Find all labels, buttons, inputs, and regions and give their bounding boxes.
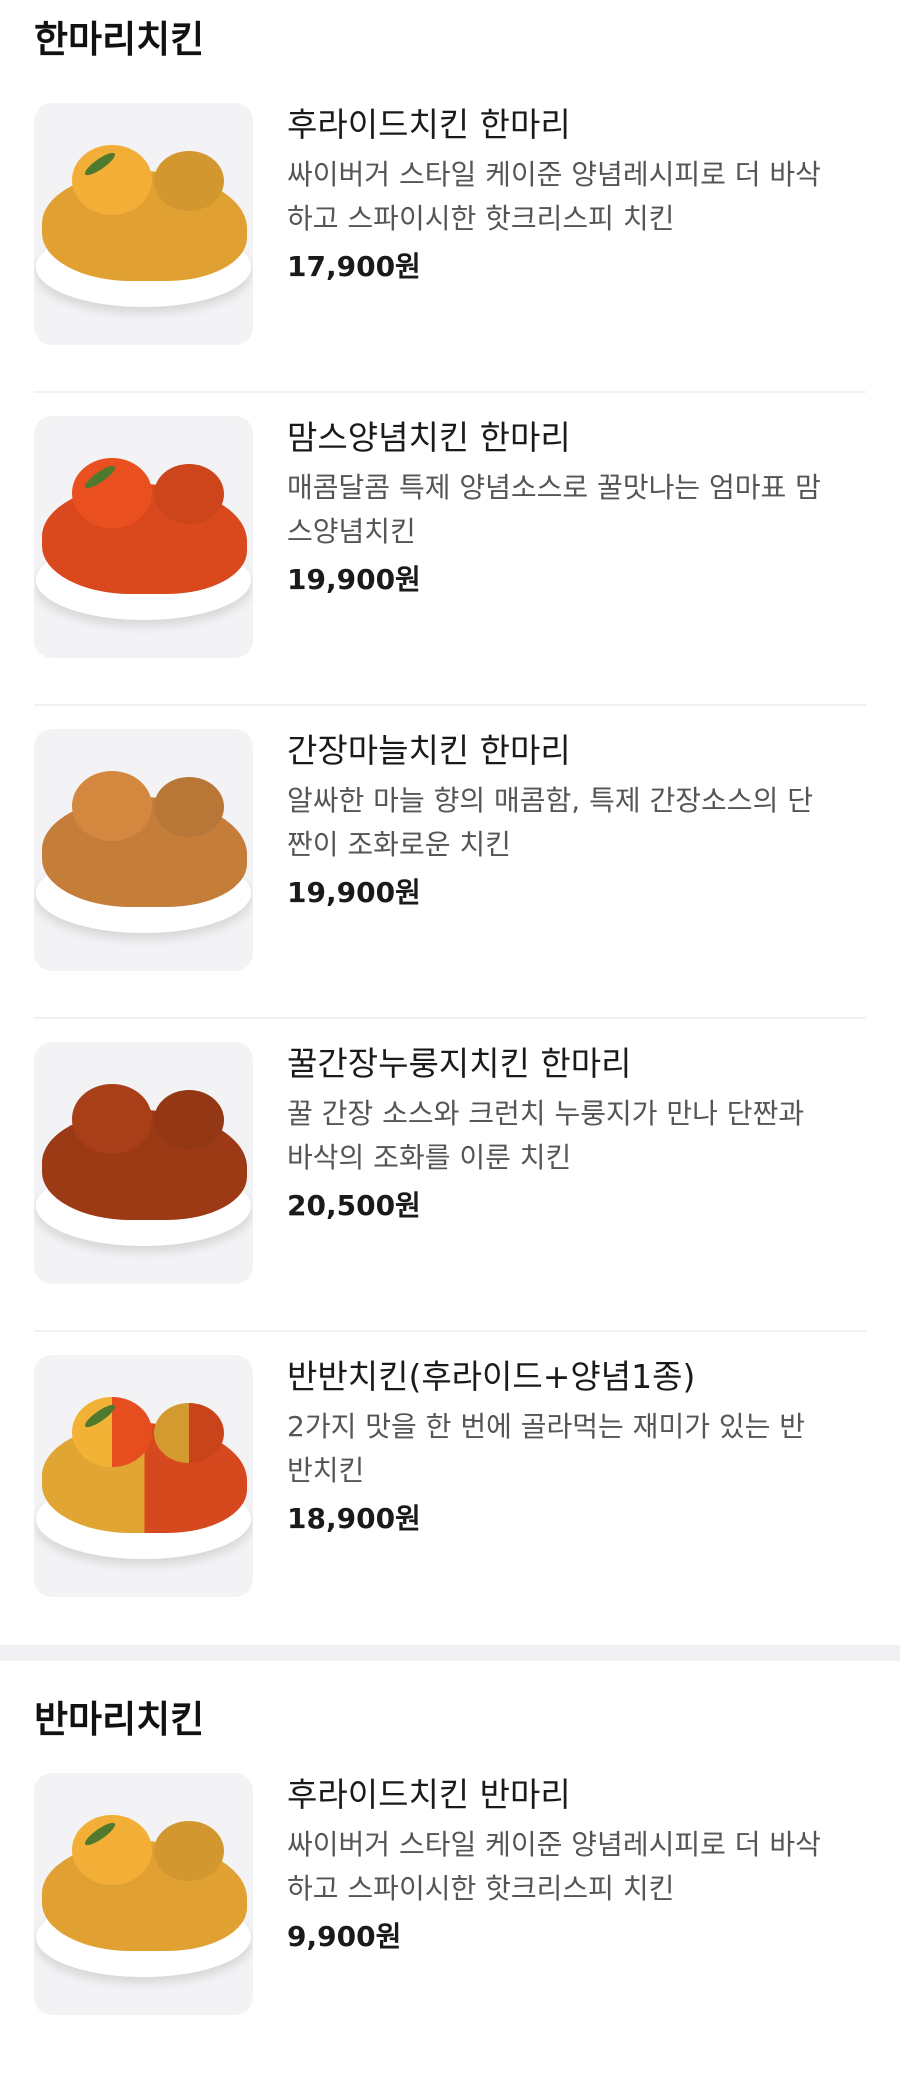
chicken-shape [42, 1110, 247, 1220]
menu-item-name: 반반치킨(후라이드+양념1종) [287, 1357, 696, 1396]
menu-item-description: 싸이버거 스타일 케이준 양념레시피로 더 바삭 하고 스파이시한 핫크리스피 … [287, 1823, 866, 1911]
menu-item-description-line: 꿀 간장 소스와 크런치 누룽지가 만나 단짠과 [287, 1097, 805, 1130]
section-whole-chicken: 한마리치킨 후라이드치킨 한마리 싸이버거 스타일 케이준 양념레시피로 더 바… [0, 0, 900, 1645]
menu-item-description-line: 싸이버거 스타일 케이준 양념레시피로 더 바삭 [287, 158, 821, 191]
menu-item-description: 싸이버거 스타일 케이준 양념레시피로 더 바삭 하고 스파이시한 핫크리스피 … [287, 153, 866, 241]
chicken-shape [42, 797, 247, 907]
menu-item-info: 맘스양념치킨 한마리 매콤달콤 특제 양념소스로 꿀맛나는 엄마표 맘 스양념치… [287, 416, 866, 600]
chicken-shape [42, 171, 247, 281]
menu-item[interactable]: 간장마늘치킨 한마리 알싸한 마늘 향의 매콤함, 특제 간장소스의 단 짠이 … [34, 706, 866, 1019]
chicken-shape [42, 1423, 247, 1533]
fried-chicken-image[interactable] [34, 1773, 253, 2015]
menu-item-description-line: 하고 스파이시한 핫크리스피 치킨 [287, 202, 675, 235]
chicken-shape [42, 1841, 247, 1951]
section-divider [0, 1645, 900, 1661]
menu-item-price: 19,900원 [287, 563, 421, 596]
section-title: 반마리치킨 [34, 1698, 205, 1741]
menu-item-description: 꿀 간장 소스와 크런치 누룽지가 만나 단짠과 바삭의 조화를 이룬 치킨 [287, 1092, 866, 1180]
menu-item-description-line: 바삭의 조화를 이룬 치킨 [287, 1141, 572, 1174]
menu-item-info: 후라이드치킨 반마리 싸이버거 스타일 케이준 양념레시피로 더 바삭 하고 스… [287, 1773, 866, 1957]
menu-item-price: 19,900원 [287, 876, 421, 909]
fried-chicken-image[interactable] [34, 103, 253, 345]
section-title: 한마리치킨 [34, 18, 205, 61]
chicken-shape [42, 484, 247, 594]
menu-item-description: 2가지 맛을 한 번에 골라먹는 재미가 있는 반 반치킨 [287, 1405, 866, 1493]
menu-item-info: 꿀간장누룽지치킨 한마리 꿀 간장 소스와 크런치 누룽지가 만나 단짠과 바삭… [287, 1042, 866, 1226]
menu-item-name: 후라이드치킨 반마리 [287, 1775, 571, 1814]
menu-item-info: 간장마늘치킨 한마리 알싸한 마늘 향의 매콤함, 특제 간장소스의 단 짠이 … [287, 729, 866, 913]
menu-item-description-line: 싸이버거 스타일 케이준 양념레시피로 더 바삭 [287, 1828, 821, 1861]
menu-item-price: 17,900원 [287, 250, 421, 283]
menu-item-description-line: 알싸한 마늘 향의 매콤함, 특제 간장소스의 단 [287, 784, 813, 817]
honey-soy-chicken-image[interactable] [34, 1042, 253, 1284]
menu-item-price: 9,900원 [287, 1920, 402, 1953]
half-half-chicken-image[interactable] [34, 1355, 253, 1597]
menu-item-description-line: 2가지 맛을 한 번에 골라먹는 재미가 있는 반 [287, 1410, 806, 1443]
menu-item-description-line: 하고 스파이시한 핫크리스피 치킨 [287, 1872, 675, 1905]
sauce-chicken-image[interactable] [34, 416, 253, 658]
menu-item-description-line: 반치킨 [287, 1454, 365, 1487]
section-half-chicken: 반마리치킨 후라이드치킨 반마리 싸이버거 스타일 케이준 양념레시피로 더 바… [0, 1667, 900, 2086]
garlic-chicken-image[interactable] [34, 729, 253, 971]
menu-item-info: 후라이드치킨 한마리 싸이버거 스타일 케이준 양념레시피로 더 바삭 하고 스… [287, 103, 866, 287]
menu-item-price: 20,500원 [287, 1189, 421, 1222]
menu-item[interactable]: 꿀간장누룽지치킨 한마리 꿀 간장 소스와 크런치 누룽지가 만나 단짠과 바삭… [34, 1019, 866, 1332]
menu-item[interactable]: 후라이드치킨 반마리 싸이버거 스타일 케이준 양념레시피로 더 바삭 하고 스… [34, 1773, 866, 2086]
menu-item-name: 후라이드치킨 한마리 [287, 105, 571, 144]
menu-item-description: 알싸한 마늘 향의 매콤함, 특제 간장소스의 단 짠이 조화로운 치킨 [287, 779, 866, 867]
menu-item-name: 맘스양념치킨 한마리 [287, 418, 571, 457]
menu-item-price: 18,900원 [287, 1502, 421, 1535]
menu-item-description-line: 짠이 조화로운 치킨 [287, 828, 511, 861]
menu-item[interactable]: 맘스양념치킨 한마리 매콤달콤 특제 양념소스로 꿀맛나는 엄마표 맘 스양념치… [34, 393, 866, 706]
menu-item[interactable]: 반반치킨(후라이드+양념1종) 2가지 맛을 한 번에 골라먹는 재미가 있는 … [34, 1332, 866, 1645]
menu-item-name: 간장마늘치킨 한마리 [287, 731, 571, 770]
menu-item-name: 꿀간장누룽지치킨 한마리 [287, 1044, 632, 1083]
menu-item-info: 반반치킨(후라이드+양념1종) 2가지 맛을 한 번에 골라먹는 재미가 있는 … [287, 1355, 866, 1539]
menu-item-description-line: 매콤달콤 특제 양념소스로 꿀맛나는 엄마표 맘 [287, 471, 821, 504]
menu-item-description-line: 스양념치킨 [287, 515, 416, 548]
menu-item-description: 매콤달콤 특제 양념소스로 꿀맛나는 엄마표 맘 스양념치킨 [287, 466, 866, 554]
menu-item[interactable]: 후라이드치킨 한마리 싸이버거 스타일 케이준 양념레시피로 더 바삭 하고 스… [34, 80, 866, 393]
